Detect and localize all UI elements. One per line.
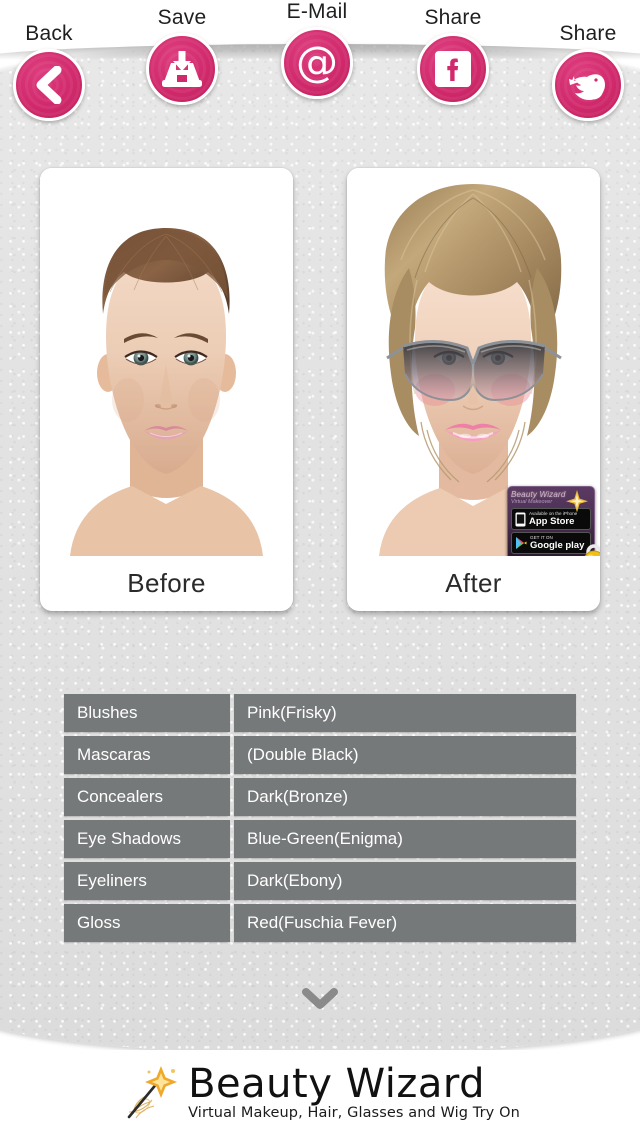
- iphone-icon: [515, 512, 526, 526]
- row-category: Blushes: [64, 694, 230, 732]
- footer-brand-bar: Beauty Wizard Virtual Makeup, Hair, Glas…: [0, 1050, 640, 1136]
- at-sign-icon: @: [281, 27, 353, 99]
- makeup-summary-table: Blushes Pink(Frisky) Mascaras (Double Bl…: [64, 694, 576, 946]
- back-button-label: Back: [25, 22, 73, 45]
- twitter-bird-icon: [552, 49, 624, 121]
- row-value: Blue-Green(Enigma): [234, 820, 576, 858]
- svg-text:@: @: [296, 40, 338, 86]
- chevron-down-icon[interactable]: [302, 988, 338, 1010]
- comparison-cards: Before Beauty Wizard Virtual Makeover Av…: [0, 168, 640, 616]
- row-category: Mascaras: [64, 736, 230, 774]
- share-facebook-label: Share: [424, 6, 482, 29]
- row-category: Eye Shadows: [64, 820, 230, 858]
- table-row[interactable]: Eye Shadows Blue-Green(Enigma): [64, 820, 576, 858]
- brand-text: Beauty Wizard Virtual Makeup, Hair, Glas…: [188, 1064, 520, 1122]
- save-tray-icon: [146, 33, 218, 105]
- row-category: Gloss: [64, 904, 230, 942]
- before-caption: Before: [127, 568, 206, 598]
- back-button[interactable]: Back: [6, 22, 92, 121]
- app-root: Back Save E-Mail @ Share Share Before Be…: [0, 0, 640, 1136]
- sparkle-icon: [566, 490, 588, 513]
- before-photo: [40, 168, 293, 556]
- email-button-label: E-Mail: [286, 0, 348, 23]
- table-row[interactable]: Mascaras (Double Black): [64, 736, 576, 774]
- row-category: Eyeliners: [64, 862, 230, 900]
- save-button[interactable]: Save: [139, 6, 225, 105]
- email-button[interactable]: E-Mail @: [274, 0, 360, 99]
- row-value: Red(Fuschia Fever): [234, 904, 576, 942]
- share-twitter-button[interactable]: Share: [545, 22, 631, 121]
- row-category: Concealers: [64, 778, 230, 816]
- before-card[interactable]: Before: [40, 168, 293, 611]
- row-value: Pink(Frisky): [234, 694, 576, 732]
- table-row[interactable]: Blushes Pink(Frisky): [64, 694, 576, 732]
- brand-tagline: Virtual Makeup, Hair, Glasses and Wig Tr…: [188, 1105, 520, 1121]
- share-twitter-label: Share: [559, 22, 617, 45]
- google-play-icon: [516, 537, 527, 549]
- magic-wand-icon: [127, 1066, 178, 1119]
- after-caption: After: [445, 568, 502, 598]
- after-card[interactable]: Beauty Wizard Virtual Makeover Available…: [347, 168, 600, 611]
- table-row[interactable]: Eyeliners Dark(Ebony): [64, 862, 576, 900]
- padlock-icon[interactable]: [579, 542, 600, 556]
- brand-name: Beauty Wizard: [188, 1061, 486, 1107]
- table-row[interactable]: Gloss Red(Fuschia Fever): [64, 904, 576, 942]
- after-photo: Beauty Wizard Virtual Makeover Available…: [347, 168, 600, 556]
- row-value: (Double Black): [234, 736, 576, 774]
- row-value: Dark(Ebony): [234, 862, 576, 900]
- chevron-left-icon: [13, 49, 85, 121]
- row-value: Dark(Bronze): [234, 778, 576, 816]
- table-row[interactable]: Concealers Dark(Bronze): [64, 778, 576, 816]
- share-facebook-button[interactable]: Share: [410, 6, 496, 105]
- app-store-big: App Store: [529, 515, 575, 527]
- top-toolbar: Back Save E-Mail @ Share Share: [0, 0, 640, 135]
- facebook-icon: [417, 33, 489, 105]
- brand-lockup: Beauty Wizard Virtual Makeup, Hair, Glas…: [120, 1062, 520, 1124]
- google-play-big: Google play: [530, 539, 585, 551]
- save-button-label: Save: [157, 6, 207, 29]
